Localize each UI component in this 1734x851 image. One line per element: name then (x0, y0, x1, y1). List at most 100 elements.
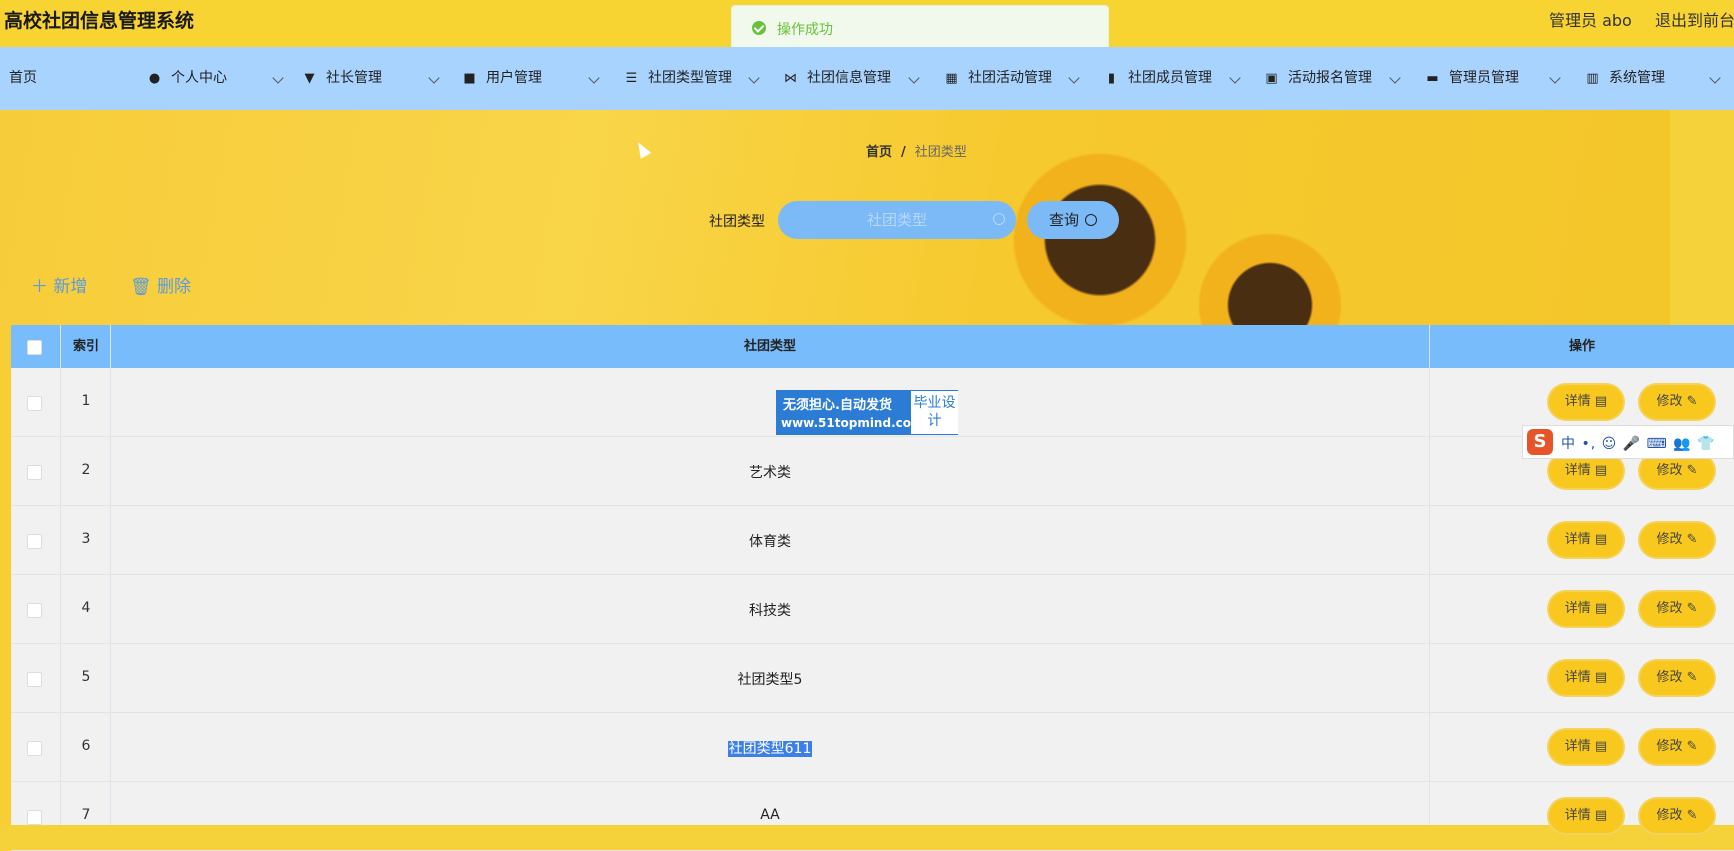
detail-button[interactable]: 详情 ▤ (1549, 730, 1623, 764)
table-row: 5 社团类型5 详情 ▤ 修改 ✎ (11, 644, 1734, 713)
delete-button[interactable]: 🗑 删除 (130, 272, 191, 297)
add-button[interactable]: ＋ 新增 (31, 272, 87, 297)
delete-label: 删除 (157, 277, 191, 297)
chevron-down-icon[interactable] (748, 72, 760, 84)
table-row: 2 艺术类 详情 ▤ 修改 ✎ (11, 437, 1734, 506)
nav-label: 活动报名管理 (1288, 70, 1372, 86)
sliders-icon: ☰ (625, 71, 638, 86)
nav-users[interactable]: ■ 用户管理 (463, 47, 542, 110)
nav-club-activity[interactable]: ▦ 社团活动管理 (945, 47, 1052, 110)
row-type: 艺术类 (749, 465, 791, 481)
detail-button[interactable]: 详情 ▤ (1549, 385, 1623, 419)
nav-club-type[interactable]: ☰ 社团类型管理 (625, 47, 732, 110)
edit-button[interactable]: 修改 ✎ (1640, 454, 1714, 488)
pencil-icon: ✎ (1686, 808, 1698, 823)
nav-label: 社团信息管理 (807, 70, 891, 86)
bar-chart-icon: ▥ (1586, 71, 1599, 86)
document-icon: ▤ (1594, 394, 1608, 409)
row-checkbox[interactable] (27, 810, 42, 825)
row-checkbox[interactable] (27, 465, 42, 480)
document-icon: ▤ (1594, 808, 1608, 823)
edit-button[interactable]: 修改 ✎ (1640, 799, 1714, 833)
row-checkbox[interactable] (27, 534, 42, 549)
row-type: 科技类 (749, 603, 791, 619)
edit-button[interactable]: 修改 ✎ (1640, 661, 1714, 695)
chevron-down-icon[interactable] (1229, 72, 1241, 84)
watermark-logo: 无须担心.自动发货 www.51topmind.com 毕业设计 (776, 390, 958, 435)
row-index: 4 (81, 600, 91, 616)
select-all-checkbox[interactable] (27, 340, 42, 355)
row-index: 1 (81, 393, 91, 409)
nav-admins[interactable]: ▬ 管理员管理 (1426, 47, 1519, 110)
admin-user: 管理员 abo (1549, 11, 1632, 30)
table-row: 4 科技类 详情 ▤ 修改 ✎ (11, 575, 1734, 644)
row-checkbox[interactable] (27, 603, 42, 618)
nav-club-members[interactable]: ▮ 社团成员管理 (1105, 47, 1212, 110)
chevron-down-icon[interactable] (1068, 72, 1080, 84)
nav-label: 社团类型管理 (648, 70, 732, 86)
watermark-right: 毕业设计 (911, 391, 958, 434)
detail-button[interactable]: 详情 ▤ (1549, 661, 1623, 695)
breadcrumb: 首页 / 社团类型 (866, 145, 967, 160)
chevron-down-icon[interactable] (1389, 72, 1401, 84)
toast-message: 操作成功 (777, 22, 833, 38)
left-strip (0, 325, 11, 825)
nav-home[interactable]: 首页 (9, 47, 37, 110)
detail-button[interactable]: 详情 ▤ (1549, 454, 1623, 488)
nav-club-info[interactable]: ⋈ 社团信息管理 (784, 47, 891, 110)
nav-label: 社团成员管理 (1128, 70, 1212, 86)
nav-system[interactable]: ▥ 系统管理 (1586, 47, 1665, 110)
nav-president[interactable]: ▼ 社长管理 (303, 47, 383, 110)
ime-tools[interactable]: 中 •, ☺ 🎤 ⌨ 👥 👕 (1561, 433, 1716, 453)
header-index: 索引 (72, 339, 99, 354)
edit-button[interactable]: 修改 ✎ (1640, 592, 1714, 626)
document-icon: ▤ (1594, 670, 1608, 685)
pencil-icon: ✎ (1686, 739, 1698, 754)
bowtie-icon: ⋈ (784, 71, 797, 86)
ime-toolbar[interactable]: S 中 •, ☺ 🎤 ⌨ 👥 👕 (1522, 425, 1734, 459)
row-type: AA (760, 807, 780, 823)
nav-personal-center[interactable]: ● 个人中心 (148, 47, 227, 110)
search-label: 社团类型 (709, 214, 765, 230)
breadcrumb-home[interactable]: 首页 (866, 145, 892, 160)
clipboard-icon: ▮ (1107, 71, 1116, 86)
chevron-down-icon[interactable] (428, 72, 440, 84)
watermark-line2: www.51topmind.com (781, 416, 924, 430)
search-icon (993, 213, 1005, 225)
main-nav: 首页 ● 个人中心 ▼ 社长管理 ■ 用户管理 ☰ 社团类型管理 ⋈ 社团信息管理 ▦ 社团… (0, 47, 1734, 110)
chevron-down-icon[interactable] (1549, 72, 1561, 84)
nav-label: 个人中心 (171, 70, 227, 86)
nav-label: 社团活动管理 (968, 70, 1052, 86)
detail-button[interactable]: 详情 ▤ (1549, 799, 1623, 833)
header-ops: 操作 (1568, 339, 1595, 354)
selected-text: 社团类型611 (727, 741, 813, 757)
chevron-down-icon[interactable] (588, 72, 600, 84)
chevron-down-icon[interactable] (272, 72, 284, 84)
edit-button[interactable]: 修改 ✎ (1640, 523, 1714, 557)
row-index: 3 (81, 531, 91, 547)
nav-label: 首页 (9, 70, 37, 86)
chevron-down-icon[interactable] (908, 72, 920, 84)
nav-label: 用户管理 (486, 70, 542, 86)
detail-button[interactable]: 详情 ▤ (1549, 592, 1623, 626)
nav-activity-signup[interactable]: ▣ 活动报名管理 (1265, 47, 1372, 110)
briefcase-icon: ■ (463, 71, 476, 86)
row-checkbox[interactable] (27, 672, 42, 687)
table-header: 索引 社团类型 操作 (11, 325, 1734, 368)
table-row: 3 体育类 详情 ▤ 修改 ✎ (11, 506, 1734, 575)
stamp-icon: ▬ (1426, 71, 1439, 86)
grid-icon: ▦ (945, 71, 958, 86)
row-checkbox[interactable] (27, 396, 42, 411)
sunflower-image (1000, 140, 1200, 340)
logout-link[interactable]: 退出到前台 (1655, 7, 1734, 31)
detail-button[interactable]: 详情 ▤ (1549, 523, 1623, 557)
chevron-down-icon[interactable] (1709, 72, 1721, 84)
edit-button[interactable]: 修改 ✎ (1640, 730, 1714, 764)
header-type: 社团类型 (743, 339, 796, 354)
row-checkbox[interactable] (27, 741, 42, 756)
success-toast: 操作成功 (731, 5, 1109, 50)
search-input[interactable] (778, 201, 1016, 239)
search-button[interactable]: 查询 (1027, 201, 1119, 239)
edit-button[interactable]: 修改 ✎ (1640, 385, 1714, 419)
row-index: 5 (81, 669, 91, 685)
